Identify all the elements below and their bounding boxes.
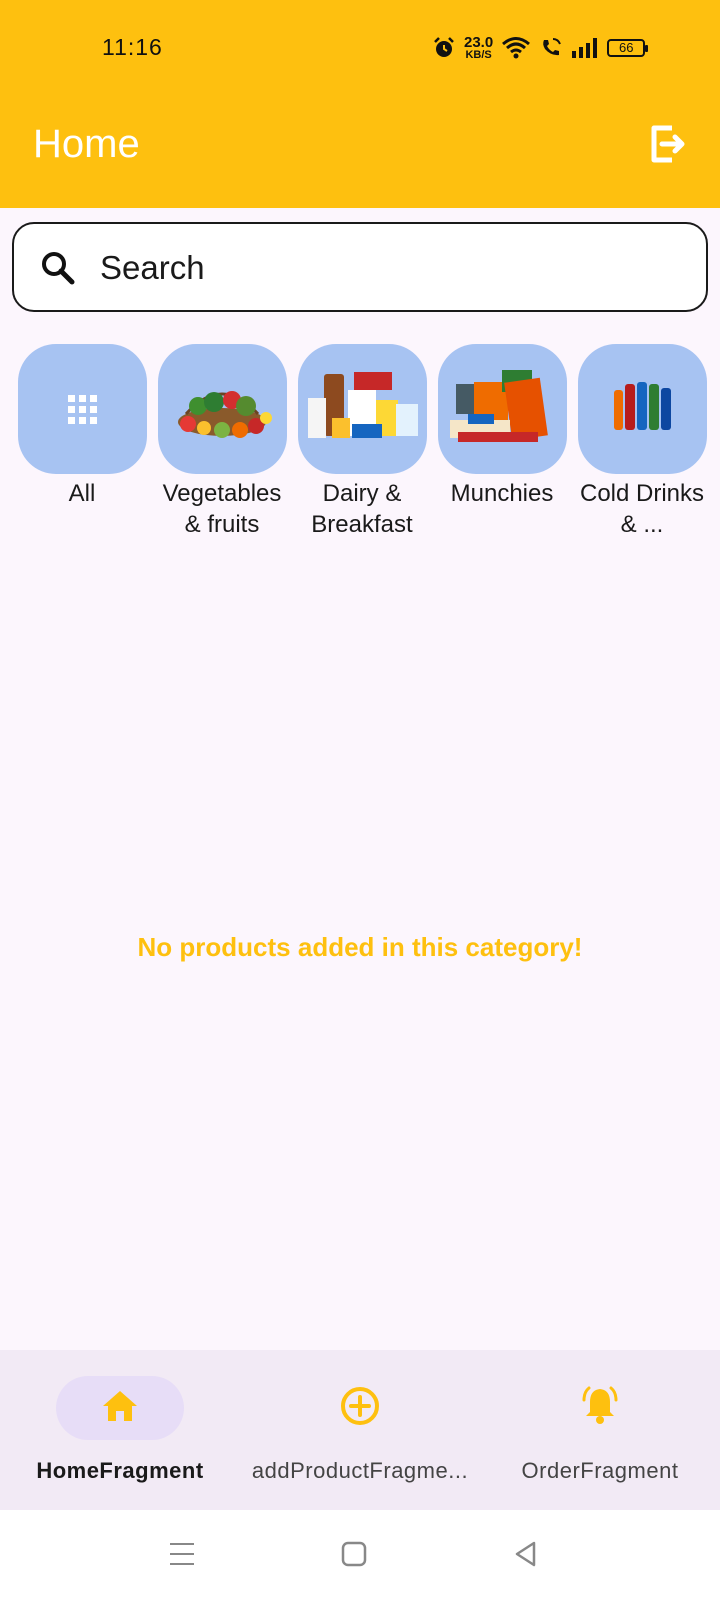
search-bar[interactable] <box>12 222 708 312</box>
nav-item-home[interactable]: HomeFragment <box>0 1350 240 1510</box>
system-navigation-bar <box>0 1510 720 1600</box>
home-icon <box>103 1391 137 1421</box>
nav-item-orders[interactable]: OrderFragment <box>480 1350 720 1510</box>
add-circle-icon <box>341 1387 379 1425</box>
wifi-call-icon <box>543 38 562 56</box>
status-icons: 23.0 KB/S 66 <box>432 32 649 64</box>
search-icon <box>42 252 75 285</box>
vegetables-image <box>158 344 287 474</box>
category-label: Cold Drinks & ... <box>579 480 705 538</box>
category-list[interactable]: All Vegetables & fruits Dairy & Breakfas… <box>0 344 720 544</box>
category-label: Munchies <box>450 480 554 507</box>
category-label: Dairy & Breakfast <box>311 480 413 538</box>
nav-label: OrderFragment <box>521 1458 679 1483</box>
top-app-bar: 11:16 23.0 KB/S 66 Home <box>0 0 720 208</box>
nav-item-add-product[interactable]: addProductFragme... <box>240 1350 480 1510</box>
empty-state-message: No products added in this category! <box>137 932 583 962</box>
bottom-navigation: HomeFragment addProductFragme... OrderFr… <box>0 1350 720 1510</box>
recents-icon[interactable] <box>168 1540 196 1568</box>
page-title: Home <box>33 122 140 166</box>
home-button-icon[interactable] <box>340 1540 368 1568</box>
signal-icon <box>572 38 598 58</box>
alarm-icon <box>434 37 454 57</box>
dairy-image <box>298 344 427 474</box>
nav-label: addProductFragme... <box>251 1458 469 1483</box>
back-icon[interactable] <box>512 1540 540 1568</box>
cold-drinks-image <box>578 344 707 474</box>
grid-icon <box>18 344 147 474</box>
category-label: All <box>68 480 96 507</box>
category-label: Vegetables & fruits <box>162 480 282 538</box>
battery-indicator: 66 <box>607 39 649 57</box>
net-speed: 23.0 KB/S <box>464 33 494 61</box>
munchies-image <box>438 344 567 474</box>
nav-label: HomeFragment <box>36 1458 204 1483</box>
logout-icon[interactable] <box>650 124 686 164</box>
search-input[interactable] <box>98 244 662 292</box>
status-time: 11:16 <box>102 34 163 60</box>
bell-icon <box>582 1386 618 1424</box>
wifi-icon <box>502 37 531 59</box>
